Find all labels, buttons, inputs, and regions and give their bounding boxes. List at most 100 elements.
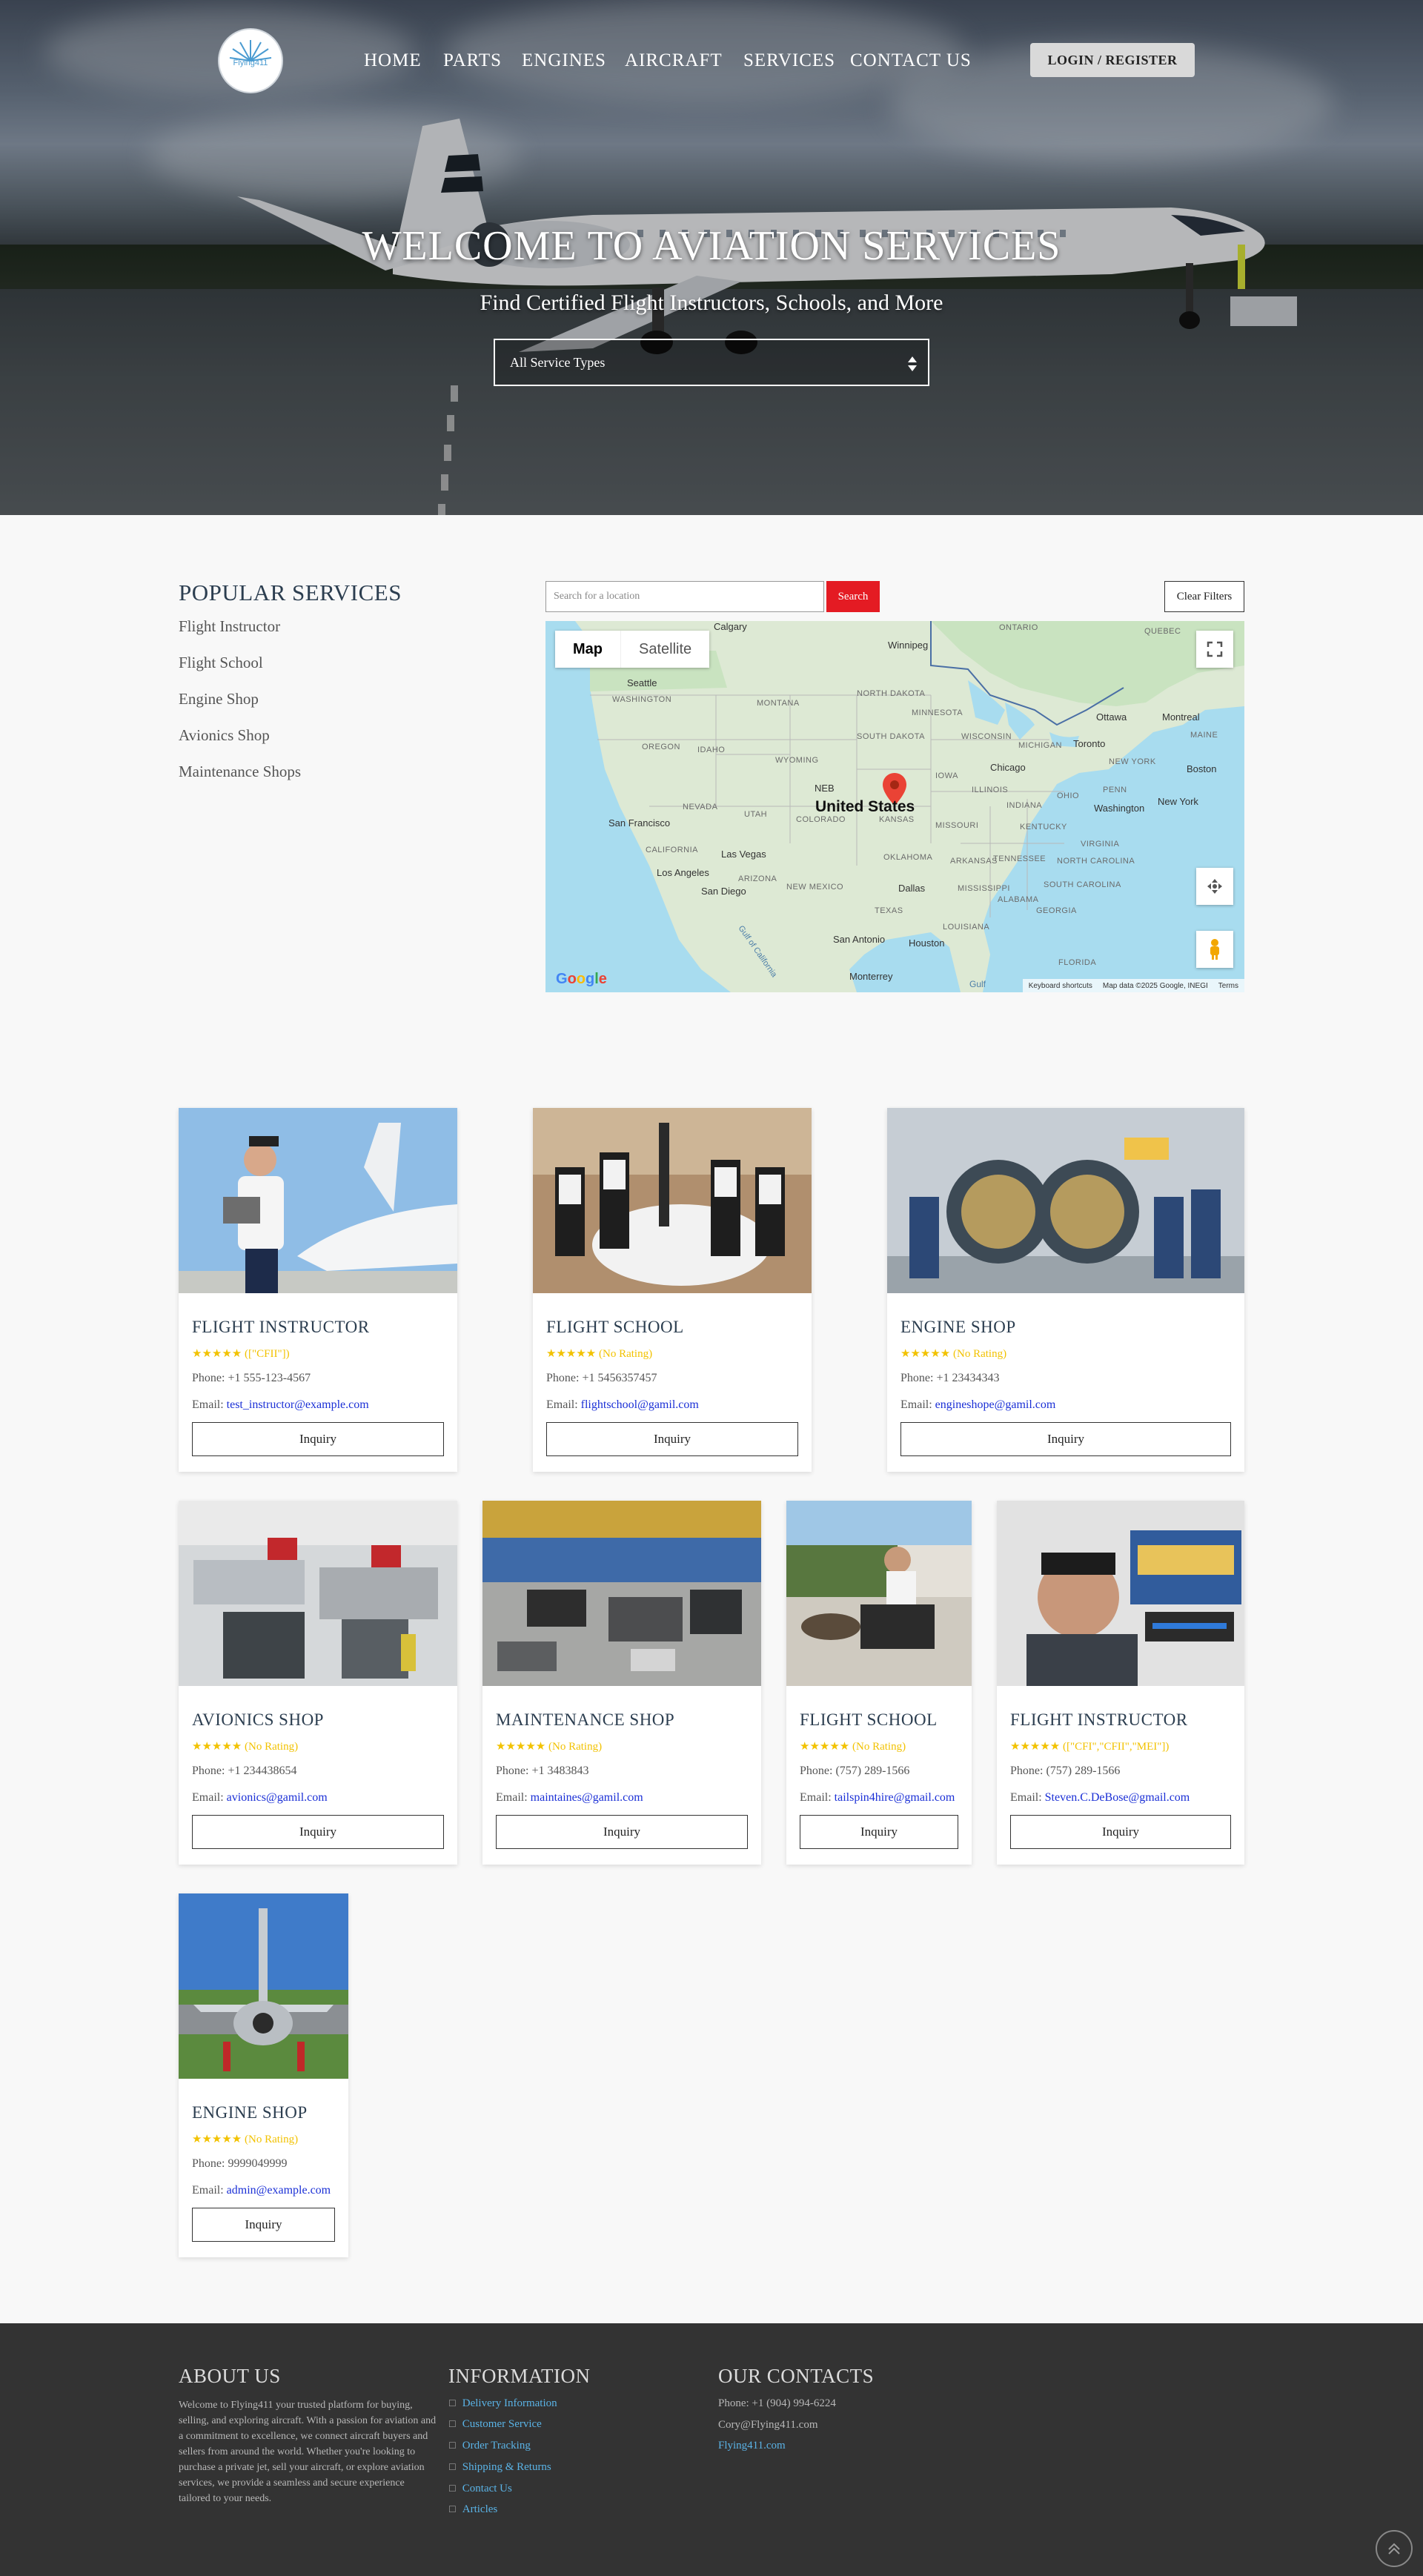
keyboard-shortcuts-link[interactable]: Keyboard shortcuts xyxy=(1029,982,1092,990)
map-label-quebec: QUEBEC xyxy=(1144,627,1181,636)
email-link[interactable]: Steven.C.DeBose@gmail.com xyxy=(1045,1791,1190,1804)
sidebar-item-flight-instructor[interactable]: Flight Instructor xyxy=(179,617,280,636)
email-link[interactable]: test_instructor@example.com xyxy=(227,1398,369,1411)
card-email: Email: admin@example.com xyxy=(192,2184,331,2197)
map-label-nevada: NEVADA xyxy=(683,803,718,811)
tab-map[interactable]: Map xyxy=(555,631,620,668)
tab-satellite[interactable]: Satellite xyxy=(620,631,709,668)
card-title: ENGINE SHOP xyxy=(192,2103,308,2122)
terms-link[interactable]: Terms xyxy=(1218,982,1238,990)
footer-link-shipping-returns[interactable]: Shipping & Returns xyxy=(448,2461,551,2474)
star-rating-icon: ★★★★★ xyxy=(192,1741,242,1753)
location-search-input[interactable]: Search for a location xyxy=(545,581,824,612)
map-label-minnesota: MINNESOTA xyxy=(912,708,963,717)
card-title: FLIGHT INSTRUCTOR xyxy=(1010,1710,1188,1729)
star-rating-icon: ★★★★★ xyxy=(800,1741,850,1753)
service-photo xyxy=(179,1501,457,1686)
inquiry-button[interactable]: Inquiry xyxy=(1010,1815,1231,1849)
inquiry-button[interactable]: Inquiry xyxy=(192,1815,444,1849)
map-label-ohio: OHIO xyxy=(1057,791,1080,800)
card-rating: ★★★★★ (No Rating) xyxy=(800,1741,906,1753)
main-nav: HOME PARTS ENGINES AIRCRAFT SERVICES CON… xyxy=(0,50,1423,73)
service-card: FLIGHT INSTRUCTOR ★★★★★ (["CFII"]) Phone… xyxy=(179,1108,457,1472)
nav-parts[interactable]: PARTS xyxy=(443,50,502,71)
hero-title: WELCOME TO AVIATION SERVICES xyxy=(362,223,1061,269)
clear-filters-button[interactable]: Clear Filters xyxy=(1164,581,1244,612)
contact-email[interactable]: Cory@Flying411.com xyxy=(718,2419,818,2431)
email-link[interactable]: maintaines@gamil.com xyxy=(531,1791,643,1804)
sort-arrows-icon xyxy=(908,356,917,371)
card-email: Email: tailspin4hire@gmail.com xyxy=(800,1791,955,1804)
nav-home[interactable]: HOME xyxy=(364,50,422,71)
map-label-tennessee: TENNESSEE xyxy=(993,854,1046,863)
fullscreen-icon xyxy=(1207,641,1223,657)
inquiry-button[interactable]: Inquiry xyxy=(800,1815,958,1849)
sidebar-item-engine-shop[interactable]: Engine Shop xyxy=(179,690,259,708)
map-label-gulf: Gulf xyxy=(969,979,986,989)
map-label-chicago: Chicago xyxy=(990,762,1026,773)
map-label-new-york: New York xyxy=(1158,796,1198,807)
map-label-georgia: GEORGIA xyxy=(1036,906,1077,915)
footer-link-delivery[interactable]: Delivery Information xyxy=(448,2397,557,2410)
services-map[interactable]: Map Satellite Calgary Winnipeg ONTARIO Q… xyxy=(545,621,1244,992)
card-email: Email: Steven.C.DeBose@gmail.com xyxy=(1010,1791,1190,1804)
star-rating-icon: ★★★★★ xyxy=(1010,1741,1061,1753)
login-register-button[interactable]: LOGIN / REGISTER xyxy=(1030,43,1195,77)
email-link[interactable]: admin@example.com xyxy=(227,2184,331,2197)
card-phone: Phone: +1 23434343 xyxy=(900,1372,1000,1384)
map-label-winnipeg: Winnipeg xyxy=(888,640,929,651)
nav-contact-us[interactable]: CONTACT US xyxy=(850,50,972,71)
footer-link-contact-us[interactable]: Contact Us xyxy=(448,2483,512,2495)
footer-link-order-tracking[interactable]: Order Tracking xyxy=(448,2440,531,2452)
fullscreen-button[interactable] xyxy=(1196,631,1233,668)
inquiry-button[interactable]: Inquiry xyxy=(192,1422,444,1456)
nav-services[interactable]: SERVICES xyxy=(743,50,835,71)
inquiry-button[interactable]: Inquiry xyxy=(496,1815,748,1849)
card-phone: Phone: (757) 289-1566 xyxy=(800,1765,910,1777)
card-title: MAINTENANCE SHOP xyxy=(496,1710,675,1729)
map-label-san-antonio: San Antonio xyxy=(833,934,886,945)
our-contacts-title: OUR CONTACTS xyxy=(718,2365,875,2387)
contact-site-link[interactable]: Flying411.com xyxy=(718,2440,786,2452)
map-label-wyoming: WYOMING xyxy=(775,756,819,765)
map-label-michigan: MICHIGAN xyxy=(1018,741,1062,750)
map-label-montreal: Montreal xyxy=(1162,711,1200,723)
email-link[interactable]: engineshope@gamil.com xyxy=(935,1398,1056,1411)
nav-aircraft[interactable]: AIRCRAFT xyxy=(625,50,723,71)
service-card: AVIONICS SHOP ★★★★★ (No Rating) Phone: +… xyxy=(179,1501,457,1865)
map-marker-label: United States xyxy=(815,798,915,815)
sidebar-item-avionics-shop[interactable]: Avionics Shop xyxy=(179,726,270,745)
map-camera-control[interactable] xyxy=(1196,868,1233,905)
map-label-indiana: INDIANA xyxy=(1006,801,1043,810)
service-card: FLIGHT SCHOOL ★★★★★ (No Rating) Phone: (… xyxy=(786,1501,972,1865)
map-label-monterrey: Monterrey xyxy=(849,971,893,982)
email-link[interactable]: avionics@gamil.com xyxy=(227,1791,328,1804)
street-view-button[interactable] xyxy=(1196,931,1233,968)
map-label-boston: Boston xyxy=(1187,763,1217,774)
map-label-illinois: ILLINOIS xyxy=(972,786,1009,794)
inquiry-button[interactable]: Inquiry xyxy=(192,2208,335,2242)
sidebar-item-maintenance-shops[interactable]: Maintenance Shops xyxy=(179,763,301,781)
sidebar-item-flight-school[interactable]: Flight School xyxy=(179,654,263,672)
card-title: ENGINE SHOP xyxy=(900,1318,1016,1336)
google-logo: Google xyxy=(556,971,607,987)
service-type-select[interactable]: All Service Types xyxy=(494,339,929,386)
email-link[interactable]: flightschool@gamil.com xyxy=(581,1398,699,1411)
star-rating-icon: ★★★★★ xyxy=(192,2134,242,2145)
nav-engines[interactable]: ENGINES xyxy=(522,50,606,71)
location-search-button[interactable]: Search xyxy=(826,581,880,612)
scroll-to-top-button[interactable] xyxy=(1376,2530,1413,2567)
inquiry-button[interactable]: Inquiry xyxy=(546,1422,798,1456)
map-label-south-carolina: SOUTH CAROLINA xyxy=(1044,880,1121,889)
email-link[interactable]: tailspin4hire@gmail.com xyxy=(835,1791,955,1804)
footer-link-articles[interactable]: Articles xyxy=(448,2503,497,2516)
map-label-las-vegas: Las Vegas xyxy=(721,849,766,860)
footer-link-customer-service[interactable]: Customer Service xyxy=(448,2418,542,2431)
inquiry-button[interactable]: Inquiry xyxy=(900,1422,1231,1456)
map-label-oregon: OREGON xyxy=(642,743,680,751)
card-rating: ★★★★★ (["CFI","CFII","MEI"]) xyxy=(1010,1741,1170,1753)
map-label-ottawa: Ottawa xyxy=(1096,711,1127,723)
map-label-california: CALIFORNIA xyxy=(646,846,699,854)
card-phone: Phone: 9999049999 xyxy=(192,2157,288,2170)
about-us-text: Welcome to Flying411 your trusted platfo… xyxy=(179,2400,437,2504)
